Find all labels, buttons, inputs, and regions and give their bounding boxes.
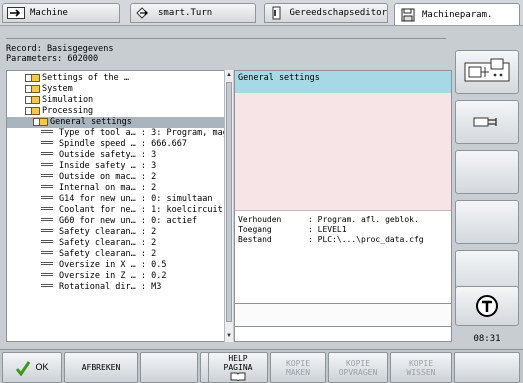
tree-item-general-settings[interactable]: General settings (7, 117, 231, 128)
parameter-icon (41, 174, 53, 177)
tree-item-simulation[interactable]: Simulation (7, 95, 231, 106)
tree-param-row[interactable]: Oversize in Z … : 0.2 (7, 271, 231, 282)
folder-open-icon (33, 117, 48, 126)
checkmark-icon (16, 360, 31, 376)
tab-label: Gereedschapseditor (289, 8, 387, 18)
parameter-icon (41, 218, 53, 221)
parameter-icon (41, 152, 53, 155)
parameter-icon (41, 284, 53, 287)
meta-row: Verhouden: Program. afl. geblok. (238, 215, 419, 224)
info-title: General settings (235, 71, 451, 93)
softkey-empty[interactable] (454, 352, 520, 383)
parameter-icon (41, 229, 53, 232)
tree-param-row[interactable]: Spindle speed … : 666.667 (7, 139, 231, 150)
meta-row: Bestand: PLC:\...\proc_data.cfg (238, 235, 424, 244)
tree-param-row[interactable]: Outside safety… : 3 (7, 150, 231, 161)
save-disk-icon (399, 8, 417, 22)
parameter-icon (41, 196, 53, 199)
tree-scrollbar[interactable]: ▲ ▼ (224, 70, 233, 342)
scroll-thumb[interactable] (226, 82, 232, 322)
help-book-icon (230, 372, 246, 381)
parameter-tree[interactable]: Settings of the … System Simulation Proc… (6, 70, 232, 342)
diamond-arrow-icon (135, 6, 153, 20)
record-header: Record: Basisgegevens Parameters: 602000 (6, 38, 451, 66)
tool-icon (269, 6, 284, 20)
tree-param-row[interactable]: Coolant for ne… : 1: koelcircuit 1 (7, 205, 231, 216)
vertical-softkeys (455, 50, 523, 345)
parameter-icon (41, 240, 53, 243)
info-input-line[interactable] (235, 303, 451, 327)
arrow-right-icon (7, 6, 25, 20)
tree-item-settings[interactable]: Settings of the … (7, 73, 231, 84)
sidebar-blank-button[interactable] (455, 150, 519, 194)
tree-param-row[interactable]: Inside safety … : 3 (7, 161, 231, 172)
meta-row: Toegang: LEVEL1 (238, 225, 347, 234)
tree-param-row[interactable]: Internal on ma… : 2 (7, 183, 231, 194)
machine-layout-icon (464, 58, 510, 82)
parameter-icon (41, 262, 53, 265)
tab-label: smart.Turn (158, 8, 213, 18)
tab-gereedschapseditor[interactable]: Gereedschapseditor (264, 3, 388, 23)
tree-param-row[interactable]: Safety clearan… : 2 (7, 227, 231, 238)
parameter-icon (41, 163, 53, 166)
tree-param-row[interactable]: G14 for new un… : 0: simultaan (7, 194, 231, 205)
kopie-opvragen-button[interactable]: KOPIE OPVRAGEN (328, 352, 388, 383)
folder-icon (25, 95, 40, 104)
kopie-maken-button[interactable]: KOPIE MAKEN (270, 352, 326, 383)
folder-open-icon (25, 106, 40, 115)
sidebar-blank-button[interactable] (455, 200, 519, 244)
tree-item-system[interactable]: System (7, 84, 231, 95)
tab-label: Machine (30, 8, 68, 18)
info-meta: Verhouden: Program. afl. geblok. Toegang… (235, 211, 451, 249)
parameter-icon (41, 207, 53, 210)
parameter-icon (41, 185, 53, 188)
scroll-up-icon[interactable]: ▲ (226, 71, 232, 79)
tab-label: Machineparam. (422, 9, 493, 20)
tree-param-row[interactable]: G60 for new un… : 0: actief (7, 216, 231, 227)
tree-param-row[interactable]: Outside on mac… : 2 (7, 172, 231, 183)
spindle-button[interactable] (455, 100, 519, 144)
tab-machineparam[interactable]: Machineparam. (394, 3, 520, 25)
parameter-icon (41, 141, 53, 144)
machine-layout-button[interactable] (455, 50, 519, 94)
tree-param-row[interactable]: Safety clearan… : 2 (7, 238, 231, 249)
record-label: Record: Basisgegevens (6, 44, 114, 54)
info-panel: General settings Verhouden: Program. afl… (234, 70, 452, 342)
folder-icon (25, 73, 40, 82)
tnc-logo-icon (476, 295, 498, 317)
tnc-button[interactable] (455, 286, 519, 326)
tab-smart-turn[interactable]: smart.Turn (130, 3, 256, 23)
tree-item-processing[interactable]: Processing (7, 106, 231, 117)
tab-bar: Machine smart.Turn Gereedschapseditor Ma… (0, 0, 523, 26)
tree-param-row[interactable]: Oversize in X … : 0.5 (7, 260, 231, 271)
ok-button[interactable]: OK (2, 352, 62, 383)
info-description-area (235, 93, 451, 211)
tree-param-row[interactable]: Type of tool a… : 3: Program, maga (7, 128, 231, 139)
softkey-empty[interactable] (140, 352, 198, 383)
parameter-icon (41, 130, 53, 133)
clock: 08:31 (473, 334, 501, 344)
tree-param-row[interactable]: Safety clearan… : 2 (7, 249, 231, 260)
parameter-icon (41, 251, 53, 254)
tab-machine[interactable]: Machine (2, 3, 120, 23)
parameters-label: Parameters: 602000 (6, 54, 99, 64)
spindle-icon (473, 117, 497, 127)
scroll-down-icon[interactable]: ▼ (226, 332, 232, 340)
kopie-wissen-button[interactable]: KOPIE WISSEN (390, 352, 452, 383)
folder-icon (25, 84, 40, 93)
parameter-icon (41, 273, 53, 276)
softkey-bar: OK AFBREKEN HELP PAGINA KOPIE MAKEN KOPI… (0, 349, 523, 383)
tree-param-row[interactable]: Rotational dir… : M3 (7, 282, 231, 293)
help-pagina-button[interactable]: HELP PAGINA (208, 352, 268, 383)
afbreken-button[interactable]: AFBREKEN (64, 352, 138, 383)
